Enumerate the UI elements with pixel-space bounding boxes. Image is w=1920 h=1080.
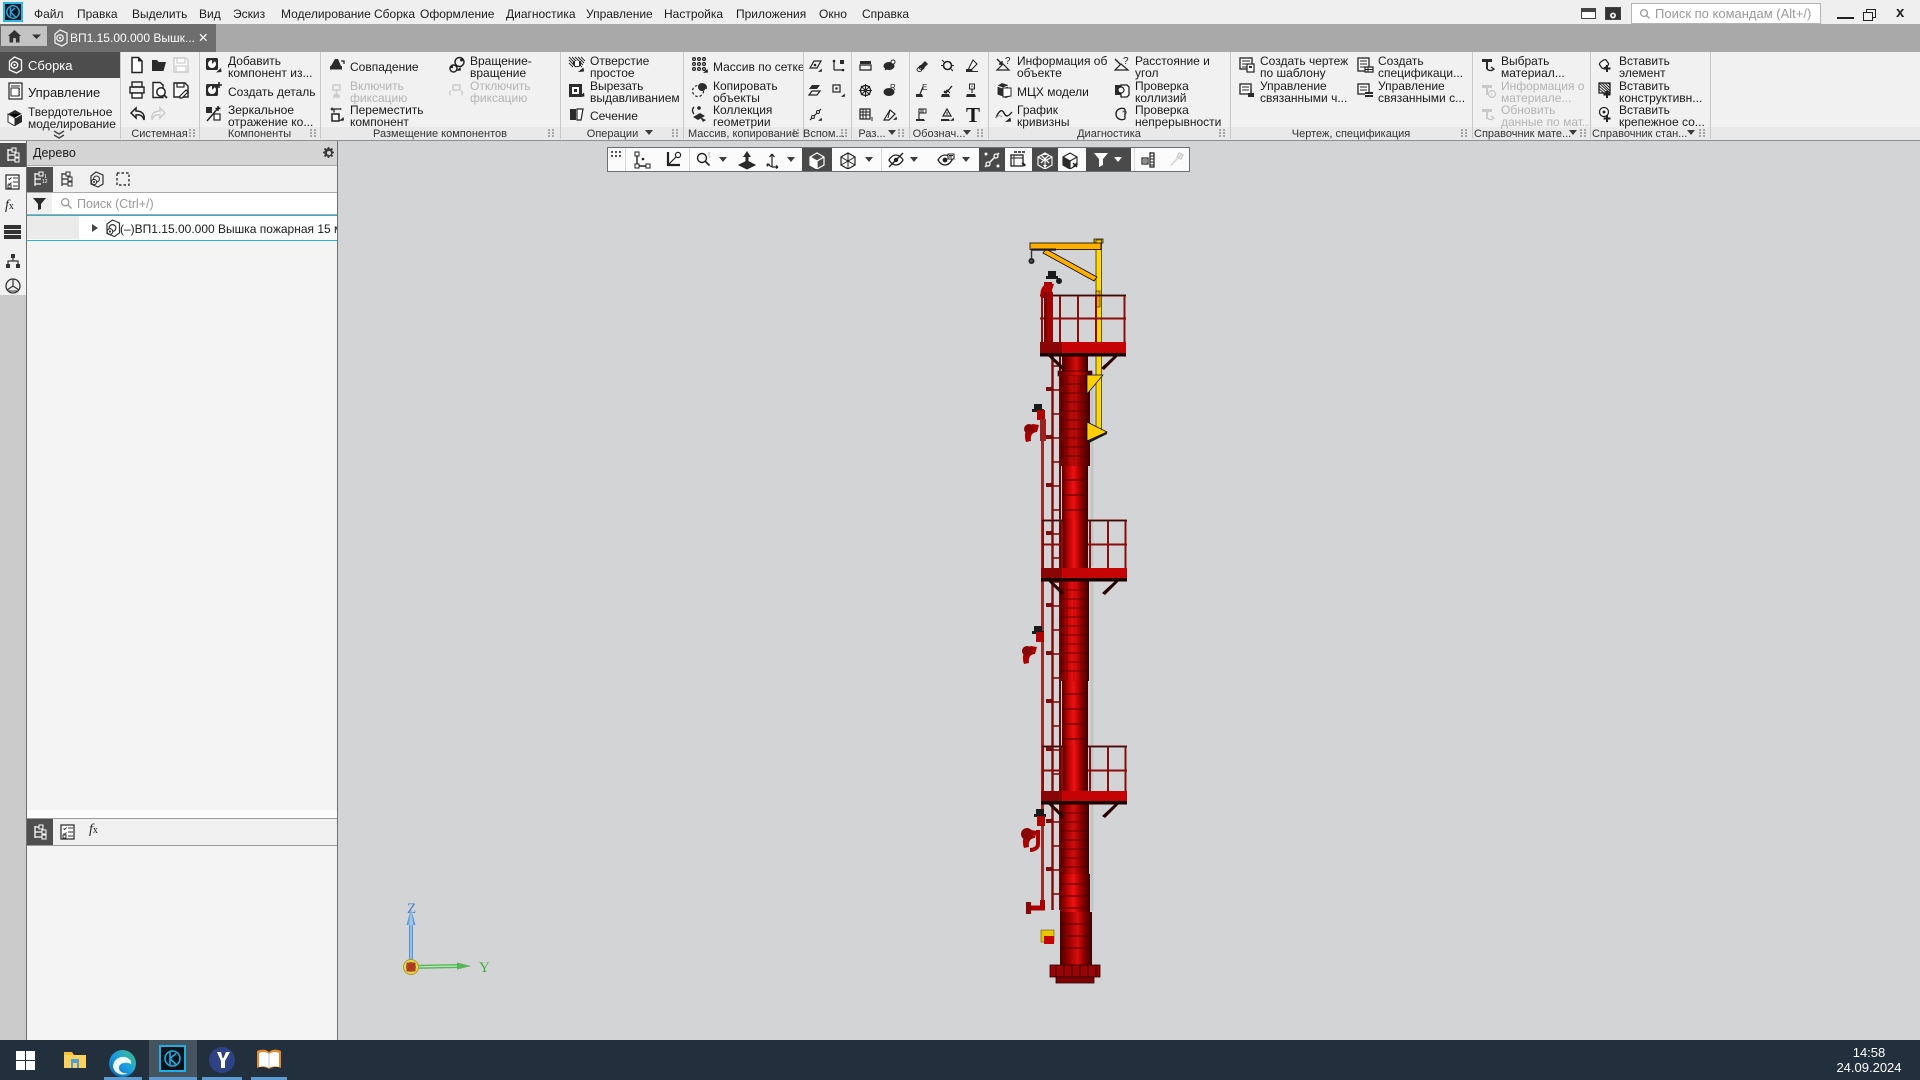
svg-text:E: E (922, 83, 927, 92)
svg-text:R: R (890, 83, 896, 92)
svg-text:?: ? (1005, 56, 1011, 67)
svg-text:Y: Y (479, 960, 490, 976)
svg-text:?: ? (1122, 109, 1127, 119)
svg-text:?: ? (1123, 56, 1129, 67)
svg-text:12: 12 (42, 179, 48, 185)
svg-text:A: A (971, 84, 974, 89)
